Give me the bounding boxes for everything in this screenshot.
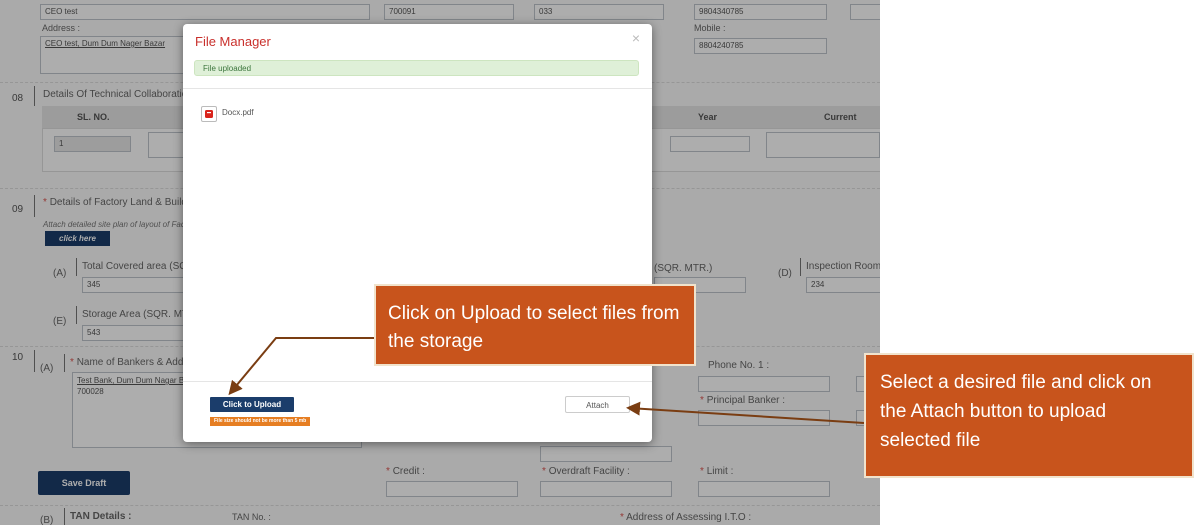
upload-pointer-arrow [228, 337, 374, 396]
attach-callout: Select a desired file and click on the A… [864, 353, 1194, 478]
attach-pointer-arrow [626, 401, 865, 424]
upload-callout: Click on Upload to select files from the… [374, 284, 696, 366]
